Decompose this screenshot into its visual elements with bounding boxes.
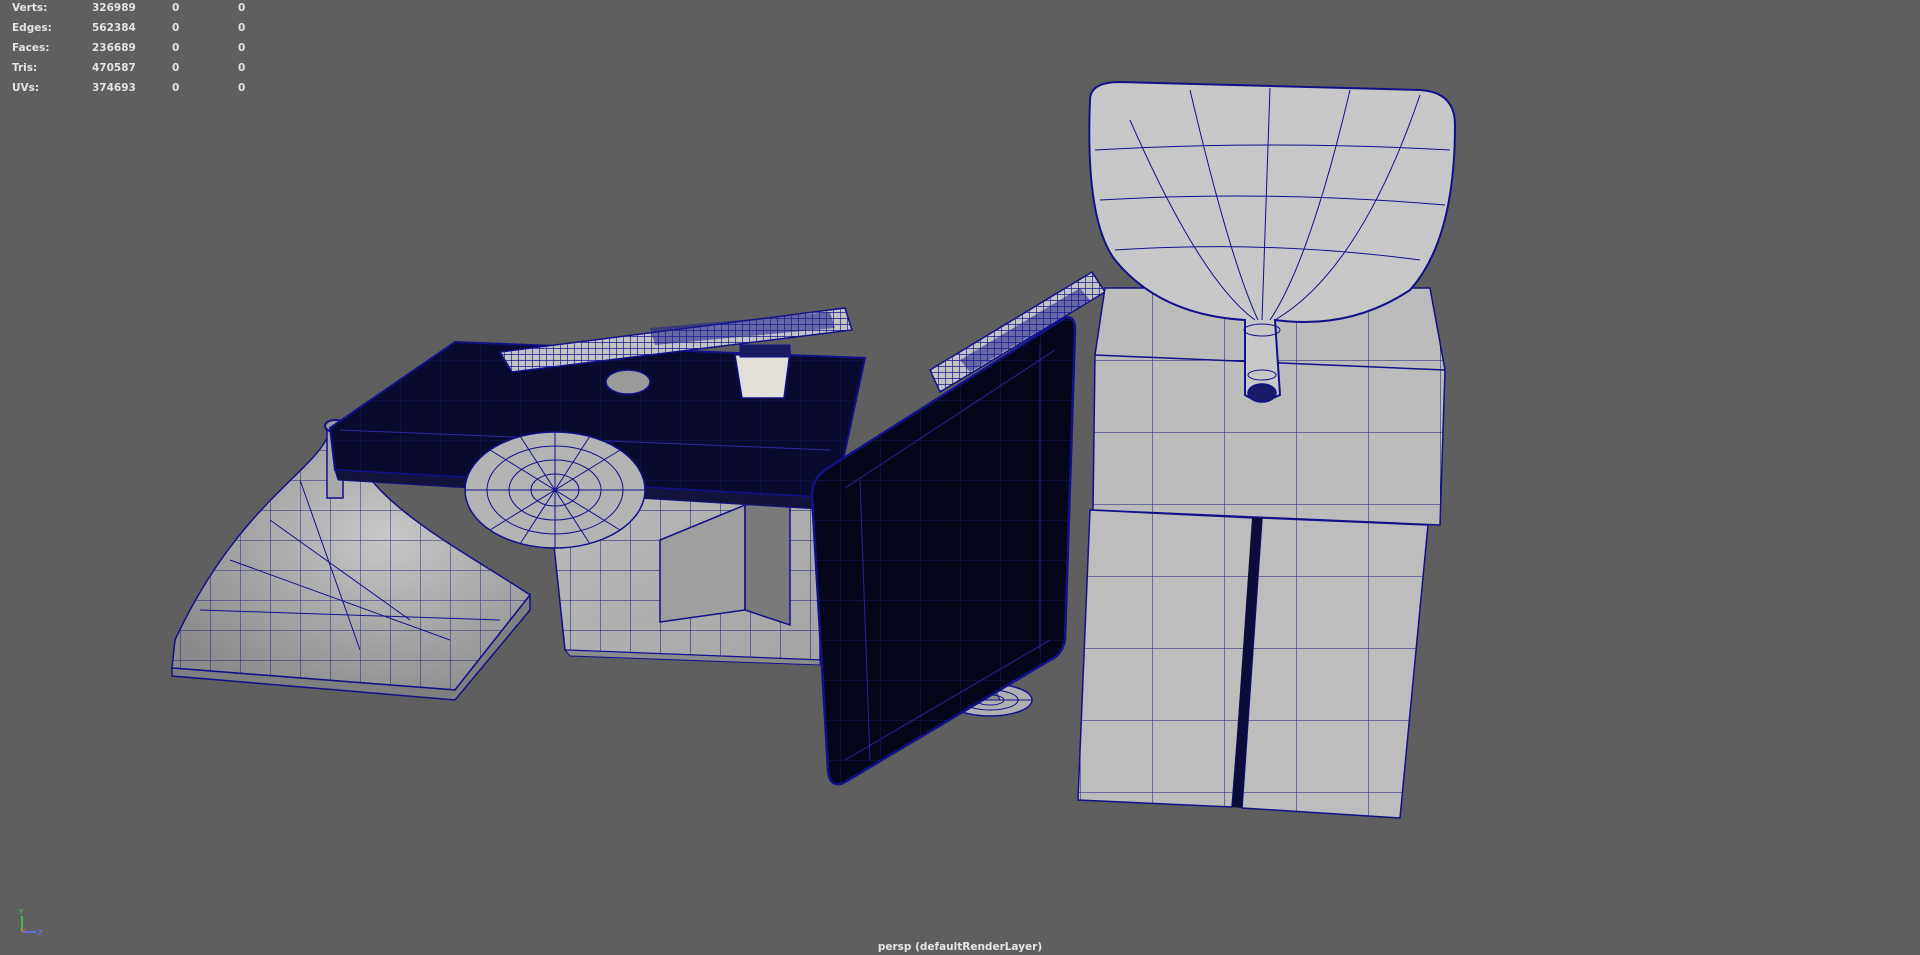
hud-components: 0 <box>238 22 246 34</box>
maya-perspective-viewport[interactable]: Verts: 326989 0 0 Edges: 562384 0 0 Face… <box>0 0 1920 955</box>
hud-total: 236689 <box>92 42 136 54</box>
hud-selected: 0 <box>172 42 180 54</box>
hud-selected: 0 <box>172 62 180 74</box>
view-axis-gizmo: Y Z <box>18 908 43 936</box>
chair-mesh[interactable] <box>1077 80 1457 819</box>
y-axis-label: Y <box>18 908 24 916</box>
hud-row-tris: Tris: 470587 0 0 <box>12 62 304 82</box>
hud-selected: 0 <box>172 82 180 94</box>
camera-label: persp (defaultRenderLayer) <box>877 941 1043 953</box>
hud-components: 0 <box>238 62 246 74</box>
z-axis-label: Z <box>38 929 43 936</box>
hud-label: Tris: <box>12 62 38 74</box>
hud-row-verts: Verts: 326989 0 0 <box>12 2 304 22</box>
hud-total: 326989 <box>92 2 136 14</box>
hud-row-uvs: UVs: 374693 0 0 <box>12 82 304 102</box>
hud-row-edges: Edges: 562384 0 0 <box>12 22 304 42</box>
hud-total: 374693 <box>92 82 136 94</box>
hud-components: 0 <box>238 2 246 14</box>
scene-3d-view[interactable] <box>0 0 1920 955</box>
hud-components: 0 <box>238 82 246 94</box>
hud-selected: 0 <box>172 22 180 34</box>
hud-label: Edges: <box>12 22 52 34</box>
poly-count-hud: Verts: 326989 0 0 Edges: 562384 0 0 Face… <box>12 2 304 102</box>
hud-total: 562384 <box>92 22 136 34</box>
hud-label: UVs: <box>12 82 40 94</box>
hud-total: 470587 <box>92 62 136 74</box>
hud-row-faces: Faces: 236689 0 0 <box>12 42 304 62</box>
hud-label: Faces: <box>12 42 50 54</box>
hud-components: 0 <box>238 42 246 54</box>
hud-label: Verts: <box>12 2 48 14</box>
hud-selected: 0 <box>172 2 180 14</box>
